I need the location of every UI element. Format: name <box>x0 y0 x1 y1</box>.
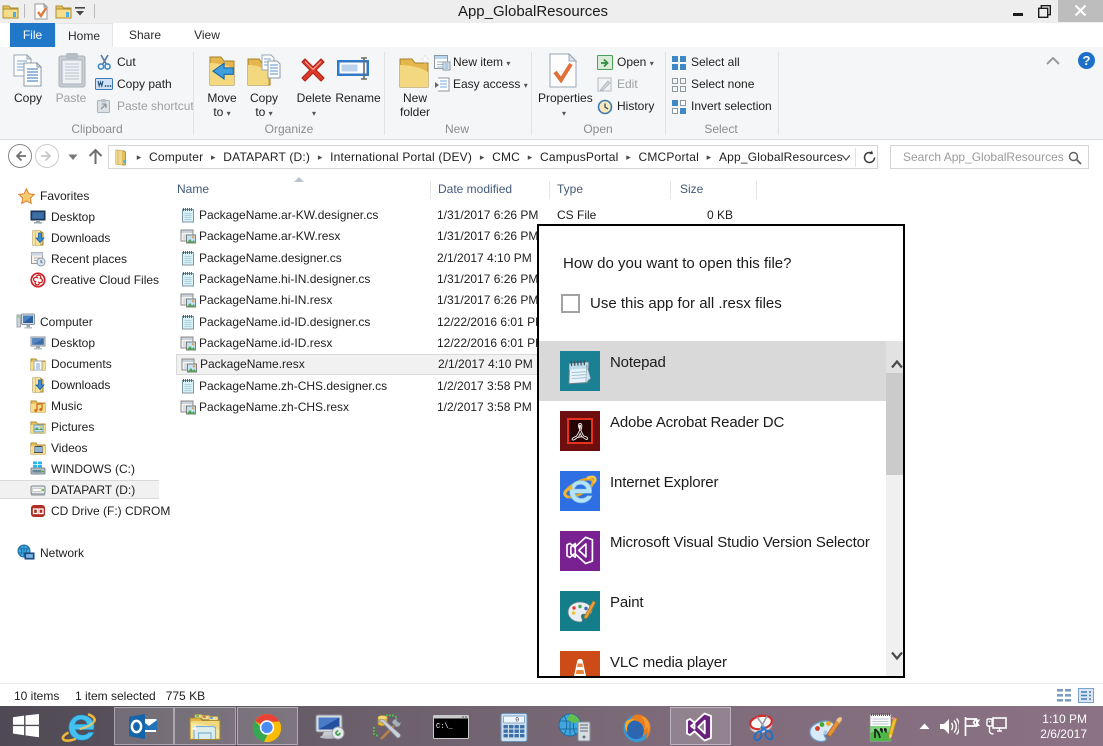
svg-text:0: 0 <box>515 717 519 724</box>
svg-text:C:\_: C:\_ <box>436 723 454 731</box>
